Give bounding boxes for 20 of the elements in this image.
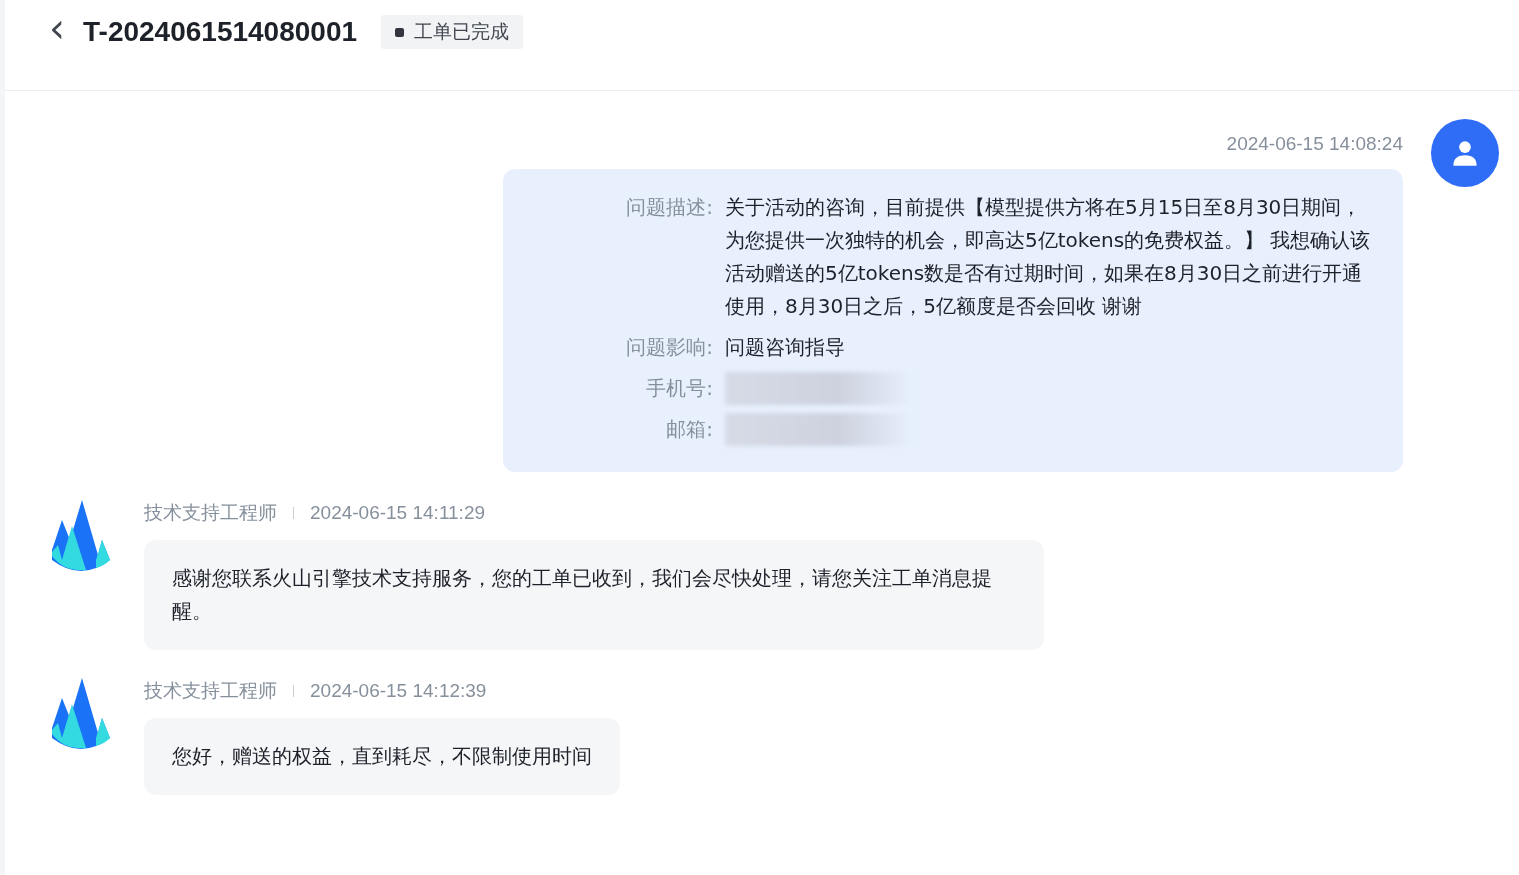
message-time: 2024-06-15 14:12:39 <box>310 680 487 702</box>
mountain-logo-icon <box>50 678 112 750</box>
ticket-title: T-2024061514080001 <box>83 16 358 48</box>
field-value: 关于活动的咨询，目前提供【模型提供方将在5月15日至8月30日期间，为您提供一次独特的机会，即高达5亿tokens的免费权益。】 我想确认该活动赠送的5亿tokens数是否有过期时间，如果在8月30日之前进行开通使用，8月30日之后，5亿额度是否会回收 谢谢 <box>725 194 1372 320</box>
field-label: 问题描述: <box>625 194 714 221</box>
field-label: 手机号: <box>645 375 714 402</box>
field-label: 邮箱: <box>665 416 714 443</box>
sender-name: 技术支持工程师 <box>144 500 277 525</box>
message-time: 2024-06-15 14:11:29 <box>310 502 486 524</box>
message-bubble: 感谢您联系火山引擎技术支持服务，您的工单已收到，我们会尽快处理，请您关注工单消息提醒。 <box>144 540 1044 650</box>
message-bubble: 您好，赠送的权益，直到耗尽，不限制使用时间 <box>144 718 620 795</box>
message-time: 2024-06-15 14:08:24 <box>1226 133 1403 155</box>
person-icon <box>1451 139 1479 167</box>
field-value: 问题咨询指导 <box>725 334 846 361</box>
field-label: 问题影响: <box>625 334 714 361</box>
status-label: 工单已完成 <box>414 19 510 44</box>
sender-name: 技术支持工程师 <box>144 678 277 703</box>
status-square-icon <box>395 27 405 37</box>
back-button[interactable]: ‹ <box>45 13 69 51</box>
mountain-logo-icon <box>50 500 112 572</box>
